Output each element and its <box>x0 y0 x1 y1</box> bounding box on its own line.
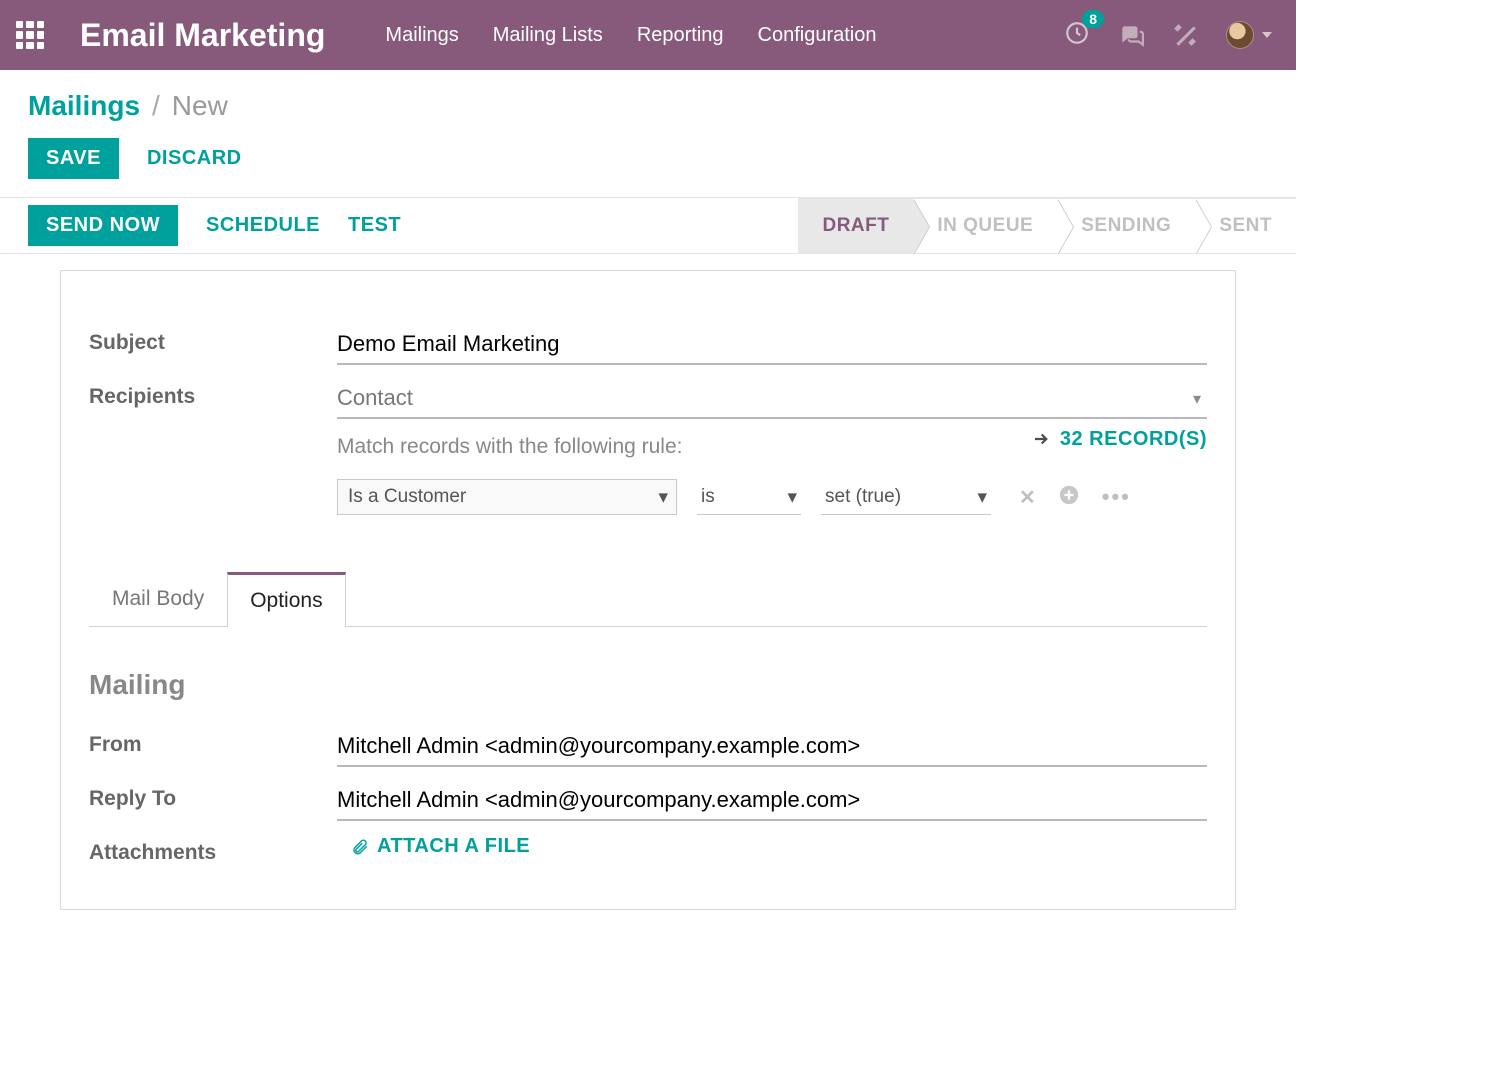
status-draft[interactable]: DRAFT <box>798 198 913 253</box>
discuss-icon[interactable] <box>1118 22 1144 48</box>
breadcrumb-separator: / <box>152 90 160 122</box>
rule-operator-select[interactable]: is ▾ <box>697 480 801 515</box>
reply-to-label: Reply To <box>89 781 337 811</box>
recipients-select[interactable] <box>337 379 1207 419</box>
save-button[interactable]: SAVE <box>28 138 119 179</box>
status-in-queue[interactable]: IN QUEUE <box>913 198 1057 253</box>
avatar <box>1226 21 1254 49</box>
attachments-label: Attachments <box>89 835 337 865</box>
from-input[interactable] <box>337 727 1207 767</box>
filter-rule-row: Is a Customer ▾ is ▾ set (true) ▾ ✕ ••• <box>337 479 1207 515</box>
status-draft-label: DRAFT <box>822 215 889 237</box>
nav-reporting[interactable]: Reporting <box>637 24 724 47</box>
main-navbar: Email Marketing Mailings Mailing Lists R… <box>0 0 1296 70</box>
nav-mailings[interactable]: Mailings <box>385 24 458 47</box>
chevron-down-icon <box>1262 32 1272 38</box>
nav-configuration[interactable]: Configuration <box>758 24 877 47</box>
attach-file-label: ATTACH A FILE <box>377 835 530 858</box>
from-label: From <box>89 727 337 757</box>
discard-button[interactable]: DISCARD <box>147 147 242 170</box>
records-count-text: 32 RECORD(S) <box>1060 428 1207 451</box>
status-in-queue-label: IN QUEUE <box>937 215 1033 237</box>
statusbar: SEND NOW SCHEDULE TEST DRAFT IN QUEUE SE… <box>0 198 1296 254</box>
schedule-button[interactable]: SCHEDULE <box>206 214 320 237</box>
paperclip-icon <box>351 838 369 856</box>
test-button[interactable]: TEST <box>348 214 401 237</box>
arrow-right-icon <box>1032 430 1050 448</box>
more-rule-icon[interactable]: ••• <box>1102 484 1131 510</box>
tools-icon[interactable] <box>1172 22 1198 48</box>
chevron-down-icon: ▾ <box>977 486 987 509</box>
status-sending[interactable]: SENDING <box>1057 198 1195 253</box>
rule-field-select[interactable]: Is a Customer ▾ <box>337 479 677 515</box>
rule-field-value: Is a Customer <box>348 486 466 507</box>
status-sending-label: SENDING <box>1081 215 1171 237</box>
subject-input[interactable] <box>337 325 1207 365</box>
rule-value-select[interactable]: set (true) ▾ <box>821 480 991 515</box>
chevron-down-icon: ▾ <box>787 486 797 509</box>
form-sheet: Subject Recipients ▾ Match records with … <box>60 270 1236 910</box>
activities-badge: 8 <box>1082 10 1104 28</box>
delete-rule-icon[interactable]: ✕ <box>1019 485 1036 510</box>
tab-options[interactable]: Options <box>227 572 345 627</box>
attach-file-button[interactable]: ATTACH A FILE <box>351 835 530 858</box>
reply-to-input[interactable] <box>337 781 1207 821</box>
records-count-link[interactable]: 32 RECORD(S) <box>1032 428 1207 451</box>
control-panel: Mailings / New SAVE DISCARD <box>0 70 1296 198</box>
tabs: Mail Body Options <box>89 571 1207 627</box>
rule-value-text: set (true) <box>825 486 901 507</box>
user-menu[interactable] <box>1226 21 1272 49</box>
activities-button[interactable]: 8 <box>1064 20 1090 51</box>
recipients-label: Recipients <box>89 379 337 409</box>
app-brand[interactable]: Email Marketing <box>80 17 325 54</box>
apps-icon[interactable] <box>16 21 44 49</box>
match-rule-hint: Match records with the following rule: <box>337 435 683 459</box>
nav-mailing-lists[interactable]: Mailing Lists <box>493 24 603 47</box>
chevron-down-icon: ▾ <box>658 486 668 509</box>
breadcrumb: Mailings / New <box>28 90 1268 122</box>
send-now-button[interactable]: SEND NOW <box>28 205 178 246</box>
breadcrumb-mailings[interactable]: Mailings <box>28 90 140 122</box>
breadcrumb-current: New <box>172 90 228 122</box>
status-sent-label: SENT <box>1219 215 1272 237</box>
tab-mail-body[interactable]: Mail Body <box>89 572 227 627</box>
rule-operator-value: is <box>701 486 715 507</box>
add-rule-icon[interactable] <box>1058 484 1080 511</box>
section-mailing: Mailing <box>89 669 1207 701</box>
subject-label: Subject <box>89 325 337 355</box>
